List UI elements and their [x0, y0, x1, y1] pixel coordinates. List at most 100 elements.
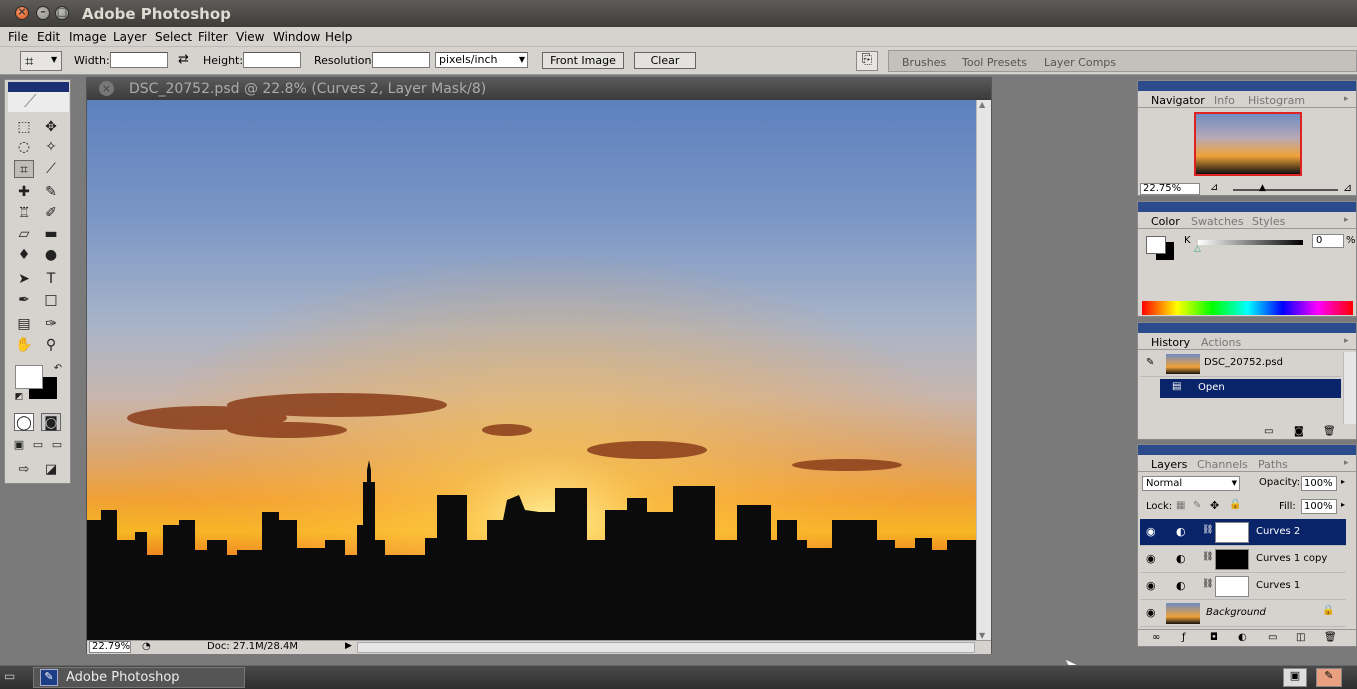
lock-transparency-icon[interactable]: ▦ [1176, 500, 1185, 511]
color-ramp[interactable] [1142, 301, 1353, 315]
link-chain-icon[interactable]: ⛓ [1202, 579, 1213, 589]
trash-icon[interactable]: 🗑 [1324, 632, 1337, 643]
add-mask-icon[interactable]: ◘ [1210, 632, 1218, 643]
layer-row-curves-1-copy[interactable]: ◉ ◐ ⛓ Curves 1 copy [1140, 546, 1346, 573]
width-input[interactable] [110, 52, 168, 68]
visibility-eye-icon[interactable]: ◉ [1146, 606, 1156, 619]
navigator-thumbnail[interactable] [1194, 112, 1302, 176]
new-document-from-state-icon[interactable]: ▭ [1264, 426, 1273, 437]
image-canvas[interactable] [87, 100, 976, 640]
marquee-tool-icon[interactable]: ⬚ [14, 118, 34, 136]
canvas-horizontal-scrollbar[interactable] [357, 642, 975, 653]
visibility-eye-icon[interactable]: ◉ [1146, 525, 1156, 538]
layer-mask-thumbnail[interactable] [1215, 576, 1249, 597]
tab-navigator[interactable]: Navigator [1151, 94, 1205, 107]
tab-channels[interactable]: Channels [1197, 458, 1248, 471]
show-desktop-icon[interactable]: ▭ [4, 669, 15, 683]
trash-icon[interactable]: 🗑 [1323, 426, 1336, 437]
menu-layer[interactable]: Layer [113, 30, 146, 44]
lock-position-icon[interactable]: ✥ [1210, 499, 1219, 512]
new-group-icon[interactable]: ▭ [1268, 632, 1277, 643]
zoom-slider-thumb-icon[interactable]: ▲ [1259, 183, 1266, 193]
brush-tool-icon[interactable]: ✎ [41, 183, 61, 201]
type-tool-icon[interactable]: T [41, 270, 61, 288]
eraser-tool-icon[interactable]: ▱ [14, 225, 34, 243]
menu-file[interactable]: File [8, 30, 28, 44]
move-tool-icon[interactable]: ✥ [41, 118, 61, 136]
shape-tool-icon[interactable]: □ [41, 291, 61, 309]
tab-layers[interactable]: Layers [1151, 458, 1187, 471]
dodge-tool-icon[interactable]: ● [41, 246, 61, 264]
photoshop-feather-logo[interactable]: ⟋ [8, 82, 69, 112]
crop-tool-icon[interactable]: ⌗ [14, 160, 34, 178]
tab-history[interactable]: History [1151, 336, 1190, 349]
scroll-down-icon[interactable]: ▼ [979, 631, 985, 640]
canvas-vertical-scrollbar[interactable]: ▲ ▼ [976, 100, 991, 640]
new-layer-icon[interactable]: ◫ [1296, 632, 1305, 643]
tab-color[interactable]: Color [1151, 215, 1180, 228]
history-brush-source-icon[interactable]: ✎ [1146, 357, 1154, 368]
panel-menu-icon[interactable]: ▸ [1344, 94, 1349, 104]
zoom-in-icon[interactable]: ⊿ [1343, 181, 1352, 194]
lock-all-icon[interactable]: 🔒 [1229, 499, 1241, 510]
height-input[interactable] [243, 52, 301, 68]
fill-arrow-icon[interactable]: ▸ [1341, 500, 1345, 509]
zoom-level-field[interactable]: 22.79% [89, 641, 131, 653]
palette-tab-brushes[interactable]: Brushes [902, 56, 946, 69]
layer-mask-thumbnail[interactable] [1215, 522, 1249, 543]
hand-tool-icon[interactable]: ✋ [14, 336, 34, 354]
menu-select[interactable]: Select [155, 30, 192, 44]
notes-tool-icon[interactable]: ▤ [14, 315, 34, 333]
blur-tool-icon[interactable]: ♦ [14, 246, 34, 264]
palette-tab-tool-presets[interactable]: Tool Presets [962, 56, 1027, 69]
zoom-tool-icon[interactable]: ⚲ [41, 336, 61, 354]
fill-field[interactable]: 100% [1301, 499, 1337, 514]
opacity-arrow-icon[interactable]: ▸ [1341, 477, 1345, 486]
file-browser-icon[interactable]: ⎘ [856, 51, 878, 71]
close-window-button[interactable]: × [15, 5, 29, 20]
k-value-field[interactable]: 0 [1312, 234, 1344, 248]
resolution-input[interactable] [372, 52, 430, 68]
resolution-unit-select[interactable]: pixels/inch ▼ [435, 52, 528, 68]
trash-applet-icon[interactable]: ✎ [1316, 668, 1342, 687]
tab-styles[interactable]: Styles [1252, 215, 1285, 228]
document-titlebar[interactable]: × DSC_20752.psd @ 22.8% (Curves 2, Layer… [87, 78, 991, 100]
scroll-up-icon[interactable]: ▲ [979, 100, 985, 109]
history-snapshot-row[interactable]: ✎ DSC_20752.psd [1140, 352, 1341, 377]
history-brush-tool-icon[interactable]: ✐ [41, 204, 61, 222]
minimize-window-button[interactable]: – [36, 5, 50, 20]
link-chain-icon[interactable]: ⛓ [1202, 525, 1213, 535]
slider-thumb-icon[interactable]: △ [1194, 244, 1201, 254]
layer-style-icon[interactable]: ƒ [1182, 632, 1186, 643]
menu-window[interactable]: Window [273, 30, 320, 44]
slice-tool-icon[interactable]: ⟋ [41, 160, 61, 178]
front-image-button[interactable]: Front Image [542, 52, 624, 69]
magic-wand-tool-icon[interactable]: ✧ [41, 138, 61, 156]
color-foreground-swatch[interactable] [1146, 236, 1166, 254]
layer-row-curves-2[interactable]: ◉ ◐ ⛓ Curves 2 [1140, 519, 1346, 546]
panel-menu-icon[interactable]: ▸ [1344, 458, 1349, 468]
menu-image[interactable]: Image [69, 30, 107, 44]
swap-colors-icon[interactable]: ↶ [48, 360, 68, 378]
k-slider[interactable] [1198, 240, 1303, 245]
lock-pixels-icon[interactable]: ✎ [1193, 500, 1201, 511]
panel-menu-icon[interactable]: ▸ [1344, 215, 1349, 225]
tab-histogram[interactable]: Histogram [1248, 94, 1305, 107]
status-options-icon[interactable]: ◔ [142, 641, 151, 652]
swap-icon[interactable]: ⇄ [178, 52, 189, 67]
document-close-icon[interactable]: × [99, 81, 114, 96]
navigator-zoom-field[interactable]: 22.75% [1140, 183, 1200, 195]
imageready-icon[interactable]: ◪ [41, 461, 61, 479]
visibility-eye-icon[interactable]: ◉ [1146, 552, 1156, 565]
menu-help[interactable]: Help [325, 30, 352, 44]
pen-tool-icon[interactable]: ✒ [14, 291, 34, 309]
eyedropper-tool-icon[interactable]: ✑ [41, 315, 61, 333]
lasso-tool-icon[interactable]: ◌ [14, 138, 34, 156]
workspace-switcher-icon[interactable]: ▣ [1283, 668, 1307, 687]
tab-swatches[interactable]: Swatches [1191, 215, 1244, 228]
tab-paths[interactable]: Paths [1258, 458, 1288, 471]
clone-stamp-tool-icon[interactable]: ♖ [14, 204, 34, 222]
palette-tab-layer-comps[interactable]: Layer Comps [1044, 56, 1116, 69]
history-scrollbar[interactable] [1343, 352, 1356, 424]
jump-to-imageready-icon[interactable]: ⇨ [14, 461, 34, 479]
